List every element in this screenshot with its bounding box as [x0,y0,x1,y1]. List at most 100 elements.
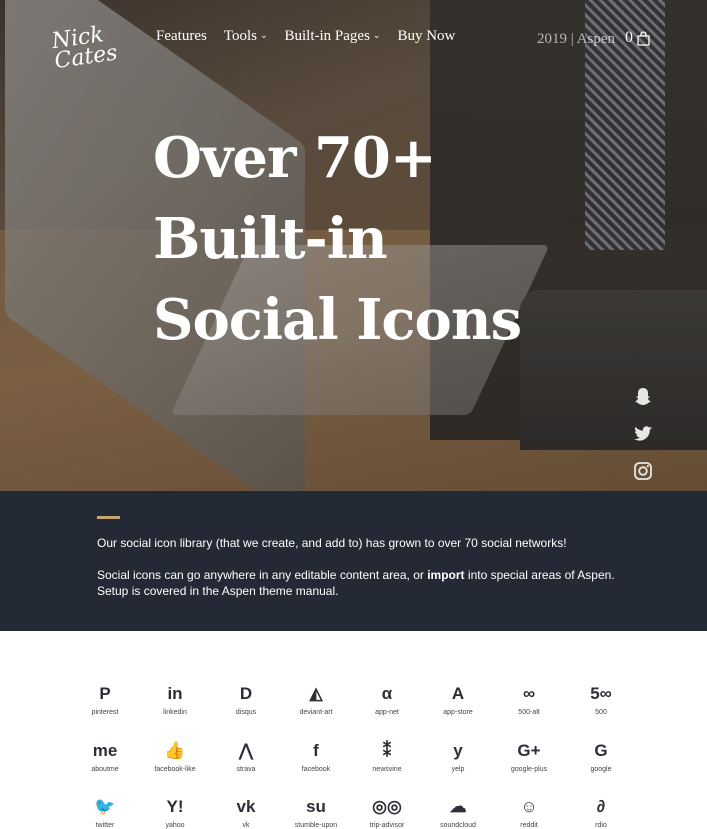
social-icon-label: vk [242,822,250,829]
google-plus-icon: G+ [517,741,541,760]
social-icon-label: stumble-upon [294,822,338,829]
social-icon-label: reddit [520,822,538,829]
social-icon-cell[interactable]: G+ google-plus [490,739,568,773]
social-icon-cell[interactable]: ☺ reddit [490,795,568,829]
hero-headline-line: Built-in [153,206,388,272]
strava-icon: ⋀ [239,741,253,760]
intro-band: Our social icon library (that we create,… [0,491,707,631]
social-icon-cell[interactable]: vk vk [207,795,285,829]
intro-text-part: Social icons can go anywhere in any edit… [97,568,428,582]
social-icon-cell[interactable]: Y! yahoo [136,795,214,829]
instagram-icon[interactable] [632,460,654,482]
social-icon-cell[interactable]: ∞ 500-alt [490,682,568,716]
nav-item-tools[interactable]: Tools ⌄ [224,28,268,45]
app-store-icon: A [451,684,465,703]
social-icon-label: disqus [235,709,257,716]
main-nav: Features Tools ⌄ Built-in Pages ⌄ Buy Now [156,28,472,45]
intro-text-bold: import [427,568,465,582]
cart-button[interactable]: 0 [625,29,650,47]
social-icon-cell[interactable]: ◭ deviant-art [277,682,355,716]
social-icon-label: rdio [595,822,607,829]
social-icon-label: google [590,766,612,773]
social-icon-label: soundcloud [440,822,476,829]
social-icon-label: strava [236,766,256,773]
soundcloud-icon: ☁ [449,797,467,816]
chevron-down-icon: ⌄ [372,30,381,40]
social-icon-cell[interactable]: Aapp-store [419,682,497,716]
rdio-icon: ∂ [596,797,606,816]
intro-text: Our social icon library (that we create,… [97,536,567,550]
accent-divider [97,516,120,519]
site-logo-text: Nick Cates [50,22,120,75]
twitter-icon[interactable] [632,423,654,445]
chevron-down-icon: ⌄ [259,30,268,40]
linkedin-icon: in [167,684,183,703]
social-icon-cell[interactable]: ◎◎ trip-advisor [348,795,426,829]
yelp-icon: y [453,741,463,760]
social-icon-label: yahoo [165,822,185,829]
social-icon-cell[interactable]: Ddisqus [207,682,285,716]
disqus-icon: D [239,684,253,703]
social-icon-cell[interactable]: f facebook [277,739,355,773]
social-icon-cell[interactable]: 👍 facebook-like [136,739,214,773]
nav-item-buy-now[interactable]: Buy Now [397,28,455,45]
site-logo[interactable]: Nick Cates [50,22,120,84]
social-icon-cell[interactable]: α app-net [348,682,426,716]
social-icon-label: yelp [451,766,465,773]
nav-item-2019-aspen[interactable]: 2019 | Aspen [537,31,615,48]
social-icon-label: 500 [595,709,607,716]
social-icon-label: facebook [301,766,331,773]
nav-item-built-in-pages[interactable]: Built-in Pages ⌄ [285,28,381,45]
social-icon-cell[interactable]: ⁑ newsvine [348,739,426,773]
intro-text-2: Social icons can go anywhere in any edit… [97,567,617,599]
social-icon-label: google-plus [510,766,548,773]
deviant-art-icon: ◭ [309,684,323,703]
social-icon-cell[interactable]: ∂ rdio [562,795,640,829]
social-icon-cell[interactable]: ☁ soundcloud [419,795,497,829]
social-icon-label: app-net [375,709,399,716]
social-icon-label: twitter [95,822,115,829]
reddit-icon: ☺ [520,797,538,816]
social-icon-cell[interactable]: Ggoogle [562,739,640,773]
social-icon-cell[interactable]: y yelp [419,739,497,773]
stumble-upon-icon: su [306,797,326,816]
cart-count: 0 [625,29,633,46]
hero-headline: Over 70+ Built-in Social Icons [153,118,573,361]
social-icon-cell[interactable]: 5∞ 500 [562,682,640,716]
500-alt-icon: ∞ [522,684,536,703]
social-icon-label: facebook-like [154,766,196,773]
social-icon-label: linkedin [163,709,187,716]
yahoo-icon: Y! [166,797,184,816]
social-icon-label: 500-alt [518,709,540,716]
nav-item-label: Buy Now [397,28,456,44]
app-net-icon: α [381,684,393,703]
nav-item-features[interactable]: Features [156,28,207,45]
google-icon: G [594,741,608,760]
trip-advisor-icon: ◎◎ [372,797,402,816]
social-icon-cell[interactable]: me aboutme [66,739,144,773]
social-icon-label: aboutme [91,766,119,773]
nav-item-label: Tools [223,28,257,44]
hero-headline-line: Over 70+ [153,125,437,191]
facebook-like-icon: 👍 [164,741,186,760]
pinterest-icon: P [99,684,111,703]
social-icon-label: trip-advisor [369,822,405,829]
newsvine-icon: ⁑ [382,741,392,760]
social-icon-cell[interactable]: su stumble-upon [277,795,355,829]
social-icon-cell[interactable]: in linkedin [136,682,214,716]
nav-item-label: Features [156,28,207,44]
social-icon-label: pinterest [91,709,119,716]
500-icon: 5∞ [590,684,612,703]
hero-headline-line: Social Icons [153,287,522,353]
social-icon-label: app-store [443,709,473,716]
social-icon-label: newsvine [372,766,402,773]
social-icon-cell[interactable]: ⋀ strava [207,739,285,773]
aboutme-icon: me [92,741,118,760]
snapchat-icon[interactable] [632,386,654,408]
vk-icon: vk [236,797,256,816]
nav-item-label: Built-in Pages [284,28,370,44]
social-icon-label: deviant-art [299,709,333,716]
shopping-bag-icon [637,30,650,46]
social-icon-cell[interactable]: Ppinterest [66,682,144,716]
social-icon-cell[interactable]: 🐦 twitter [66,795,144,829]
